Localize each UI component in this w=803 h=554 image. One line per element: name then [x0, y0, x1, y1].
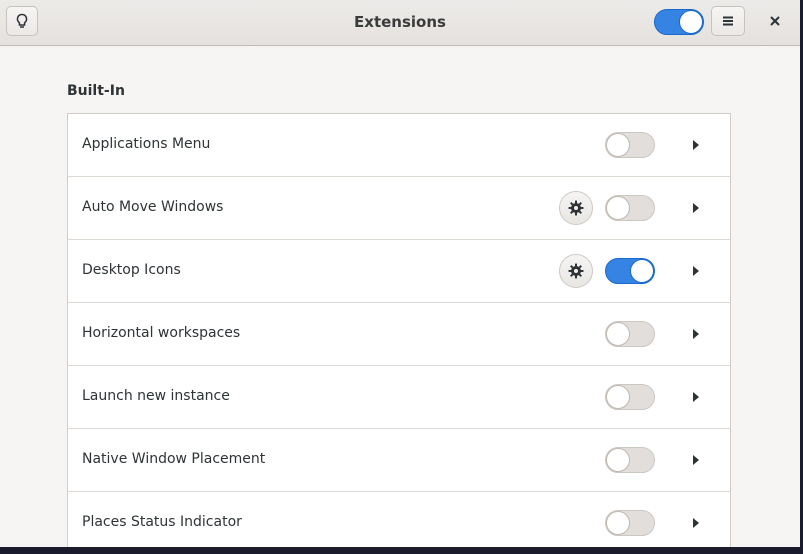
- expand-button[interactable]: [690, 201, 702, 215]
- extension-name: Places Status Indicator: [82, 514, 242, 530]
- chevron-right-icon: [693, 518, 699, 528]
- chevron-right-icon: [693, 329, 699, 339]
- close-button[interactable]: [762, 8, 788, 34]
- chevron-right-icon: [693, 140, 699, 150]
- settings-button[interactable]: [559, 254, 593, 288]
- expand-button[interactable]: [690, 390, 702, 404]
- extension-row: Native Window Placement: [68, 429, 730, 492]
- settings-button[interactable]: [559, 191, 593, 225]
- expand-button[interactable]: [690, 264, 702, 278]
- header-bar: Extensions: [0, 0, 800, 46]
- gear-icon: [568, 263, 584, 279]
- switch-knob: [606, 133, 630, 157]
- extension-name: Horizontal workspaces: [82, 325, 241, 341]
- gear-icon: [568, 200, 584, 216]
- chevron-right-icon: [693, 455, 699, 465]
- switch-knob: [606, 196, 630, 220]
- extension-switch[interactable]: [605, 321, 655, 347]
- chevron-right-icon: [693, 203, 699, 213]
- menu-button[interactable]: [711, 6, 745, 36]
- extensions-window: Extensions Built-In Applications Menu Au…: [0, 0, 800, 547]
- extension-switch[interactable]: [605, 384, 655, 410]
- extension-name: Desktop Icons: [82, 262, 181, 278]
- extension-row: Desktop Icons: [68, 240, 730, 303]
- extension-switch[interactable]: [605, 447, 655, 473]
- extension-name: Native Window Placement: [82, 451, 266, 467]
- switch-knob: [606, 511, 630, 535]
- extension-row: Auto Move Windows: [68, 177, 730, 240]
- switch-knob: [606, 322, 630, 346]
- expand-button[interactable]: [690, 516, 702, 530]
- extension-row: Launch new instance: [68, 366, 730, 429]
- extension-row: Places Status Indicator: [68, 492, 730, 547]
- extension-switch[interactable]: [605, 195, 655, 221]
- extension-name: Launch new instance: [82, 388, 230, 404]
- switch-knob: [679, 10, 703, 34]
- switch-knob: [630, 259, 654, 283]
- switch-knob: [606, 385, 630, 409]
- extension-switch[interactable]: [605, 132, 655, 158]
- expand-button[interactable]: [690, 327, 702, 341]
- close-icon: [770, 16, 780, 26]
- extensions-list: Applications Menu Auto Move Windows Desk…: [67, 113, 731, 547]
- expand-button[interactable]: [690, 138, 702, 152]
- hamburger-menu-icon: [723, 16, 733, 26]
- switch-knob: [606, 448, 630, 472]
- extension-switch[interactable]: [605, 258, 655, 284]
- extension-name: Auto Move Windows: [82, 199, 224, 215]
- extension-name: Applications Menu: [82, 136, 211, 152]
- extension-row: Applications Menu: [68, 114, 730, 177]
- chevron-right-icon: [693, 392, 699, 402]
- expand-button[interactable]: [690, 453, 702, 467]
- chevron-right-icon: [693, 266, 699, 276]
- extension-switch[interactable]: [605, 510, 655, 536]
- section-title: Built-In: [67, 83, 125, 99]
- extension-row: Horizontal workspaces: [68, 303, 730, 366]
- extensions-global-switch[interactable]: [654, 9, 704, 35]
